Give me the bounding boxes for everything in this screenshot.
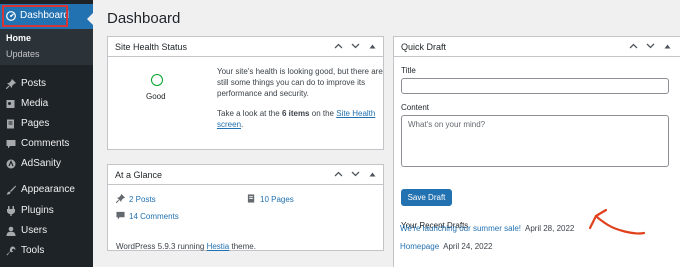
sidebar-item-posts[interactable]: Posts [6, 78, 46, 89]
widget-header: Site Health Status [108, 37, 383, 57]
sidebar-item-appearance[interactable]: Appearance [6, 184, 75, 195]
sidebar-item-label: AdSanity [21, 158, 62, 169]
comments-icon [6, 139, 16, 149]
draft-item: We're launching our summer sale! April 2… [400, 224, 574, 233]
pages-icon [6, 119, 16, 129]
health-item-count: 6 items [281, 109, 310, 118]
draft-item: Homepage April 24, 2022 [400, 242, 493, 251]
move-up-icon[interactable] [333, 41, 343, 51]
draft-content-textarea[interactable]: What's on your mind? [401, 115, 669, 167]
draft-content-label: Content [401, 103, 430, 112]
submenu-item-home[interactable]: Home [6, 33, 31, 43]
health-status-circle [151, 74, 163, 86]
sidebar-item-adsanity[interactable]: AdSanity [6, 158, 61, 169]
sidebar-item-pages[interactable]: Pages [6, 118, 49, 129]
move-up-icon[interactable] [333, 169, 343, 179]
site-health-widget: Site Health Status Good Your site's heal… [107, 36, 384, 150]
sidebar-item-label: Appearance [21, 184, 75, 195]
glance-pages-link[interactable]: 10 Pages [260, 195, 294, 204]
move-down-icon[interactable] [350, 169, 360, 179]
glance-pages[interactable]: 10 Pages [247, 194, 294, 205]
toggle-panel-icon[interactable] [367, 169, 377, 179]
theme-link[interactable]: Hestia [207, 242, 230, 251]
glance-posts-link[interactable]: 2 Posts [129, 195, 156, 204]
current-menu-arrow [87, 13, 93, 25]
sidebar-item-tools[interactable]: Tools [6, 245, 44, 256]
widget-header: At a Glance [108, 165, 383, 185]
page-title: Dashboard [107, 10, 181, 27]
pages-icon [247, 194, 256, 205]
dashboard-submenu: Home Updates [0, 29, 93, 65]
draft-date: April 24, 2022 [443, 242, 493, 251]
health-description: Your site's health is looking good, but … [217, 67, 383, 98]
sidebar-item-label: Users [21, 225, 48, 236]
widget-title: Site Health Status [115, 41, 188, 52]
health-status-label: Good [146, 92, 166, 101]
sidebar-item-label: Tools [21, 245, 45, 256]
toggle-panel-icon[interactable] [662, 41, 672, 51]
sidebar-item-label: Pages [21, 118, 50, 129]
draft-date: April 28, 2022 [525, 224, 575, 233]
widget-controls [333, 41, 377, 51]
sidebar-item-comments[interactable]: Comments [6, 138, 69, 149]
pin-icon [6, 78, 16, 89]
save-draft-button[interactable]: Save Draft [401, 189, 452, 206]
health-action-text: Take a look at the 6 items on the Site H… [217, 109, 376, 129]
sidebar-item-media[interactable]: Media [6, 98, 48, 109]
brush-icon [6, 185, 16, 195]
glance-posts[interactable]: 2 Posts [115, 194, 156, 205]
widget-body: Good Your site's health is looking good,… [108, 57, 383, 149]
sidebar-item-label: Plugins [21, 205, 54, 216]
toggle-panel-icon[interactable] [367, 41, 377, 51]
widget-controls [628, 41, 672, 51]
widget-title: Quick Draft [401, 41, 447, 52]
draft-title-label: Title [401, 66, 416, 75]
widget-body: 2 Posts 10 Pages 14 Comments WordPress 5… [108, 185, 383, 251]
media-icon [6, 99, 16, 109]
widget-controls [333, 169, 377, 179]
move-down-icon[interactable] [645, 41, 655, 51]
at-a-glance-widget: At a Glance 2 Posts 10 Pages 14 Comments… [107, 164, 384, 251]
move-down-icon[interactable] [350, 41, 360, 51]
sidebar-item-plugins[interactable]: Plugins [6, 205, 54, 216]
highlight-outline [2, 5, 68, 27]
glance-comments[interactable]: 14 Comments [116, 211, 179, 222]
glance-comments-link[interactable]: 14 Comments [129, 212, 179, 221]
move-up-icon[interactable] [628, 41, 638, 51]
users-icon [6, 226, 16, 236]
draft-title-link[interactable]: Homepage [400, 242, 439, 251]
submenu-item-updates[interactable]: Updates [6, 49, 40, 59]
comments-icon [116, 211, 125, 222]
sidebar-item-label: Posts [21, 78, 47, 89]
adsanity-icon [6, 159, 16, 169]
annotation-arrow-icon [588, 208, 646, 235]
admin-sidebar: Dashboard Home Updates Posts Media Pages… [0, 0, 93, 267]
draft-title-input[interactable] [401, 78, 669, 94]
sidebar-item-users[interactable]: Users [6, 225, 47, 236]
glance-footer: WordPress 5.9.3 running Hestia theme. [116, 242, 256, 251]
draft-title-link[interactable]: We're launching our summer sale! [400, 224, 521, 233]
sidebar-item-label: Media [21, 98, 49, 109]
widget-title: At a Glance [115, 169, 163, 180]
plugin-icon [6, 205, 16, 216]
widget-header: Quick Draft [394, 37, 680, 57]
pin-icon [115, 194, 125, 205]
sidebar-item-label: Comments [21, 138, 70, 149]
wrench-icon [6, 246, 16, 256]
